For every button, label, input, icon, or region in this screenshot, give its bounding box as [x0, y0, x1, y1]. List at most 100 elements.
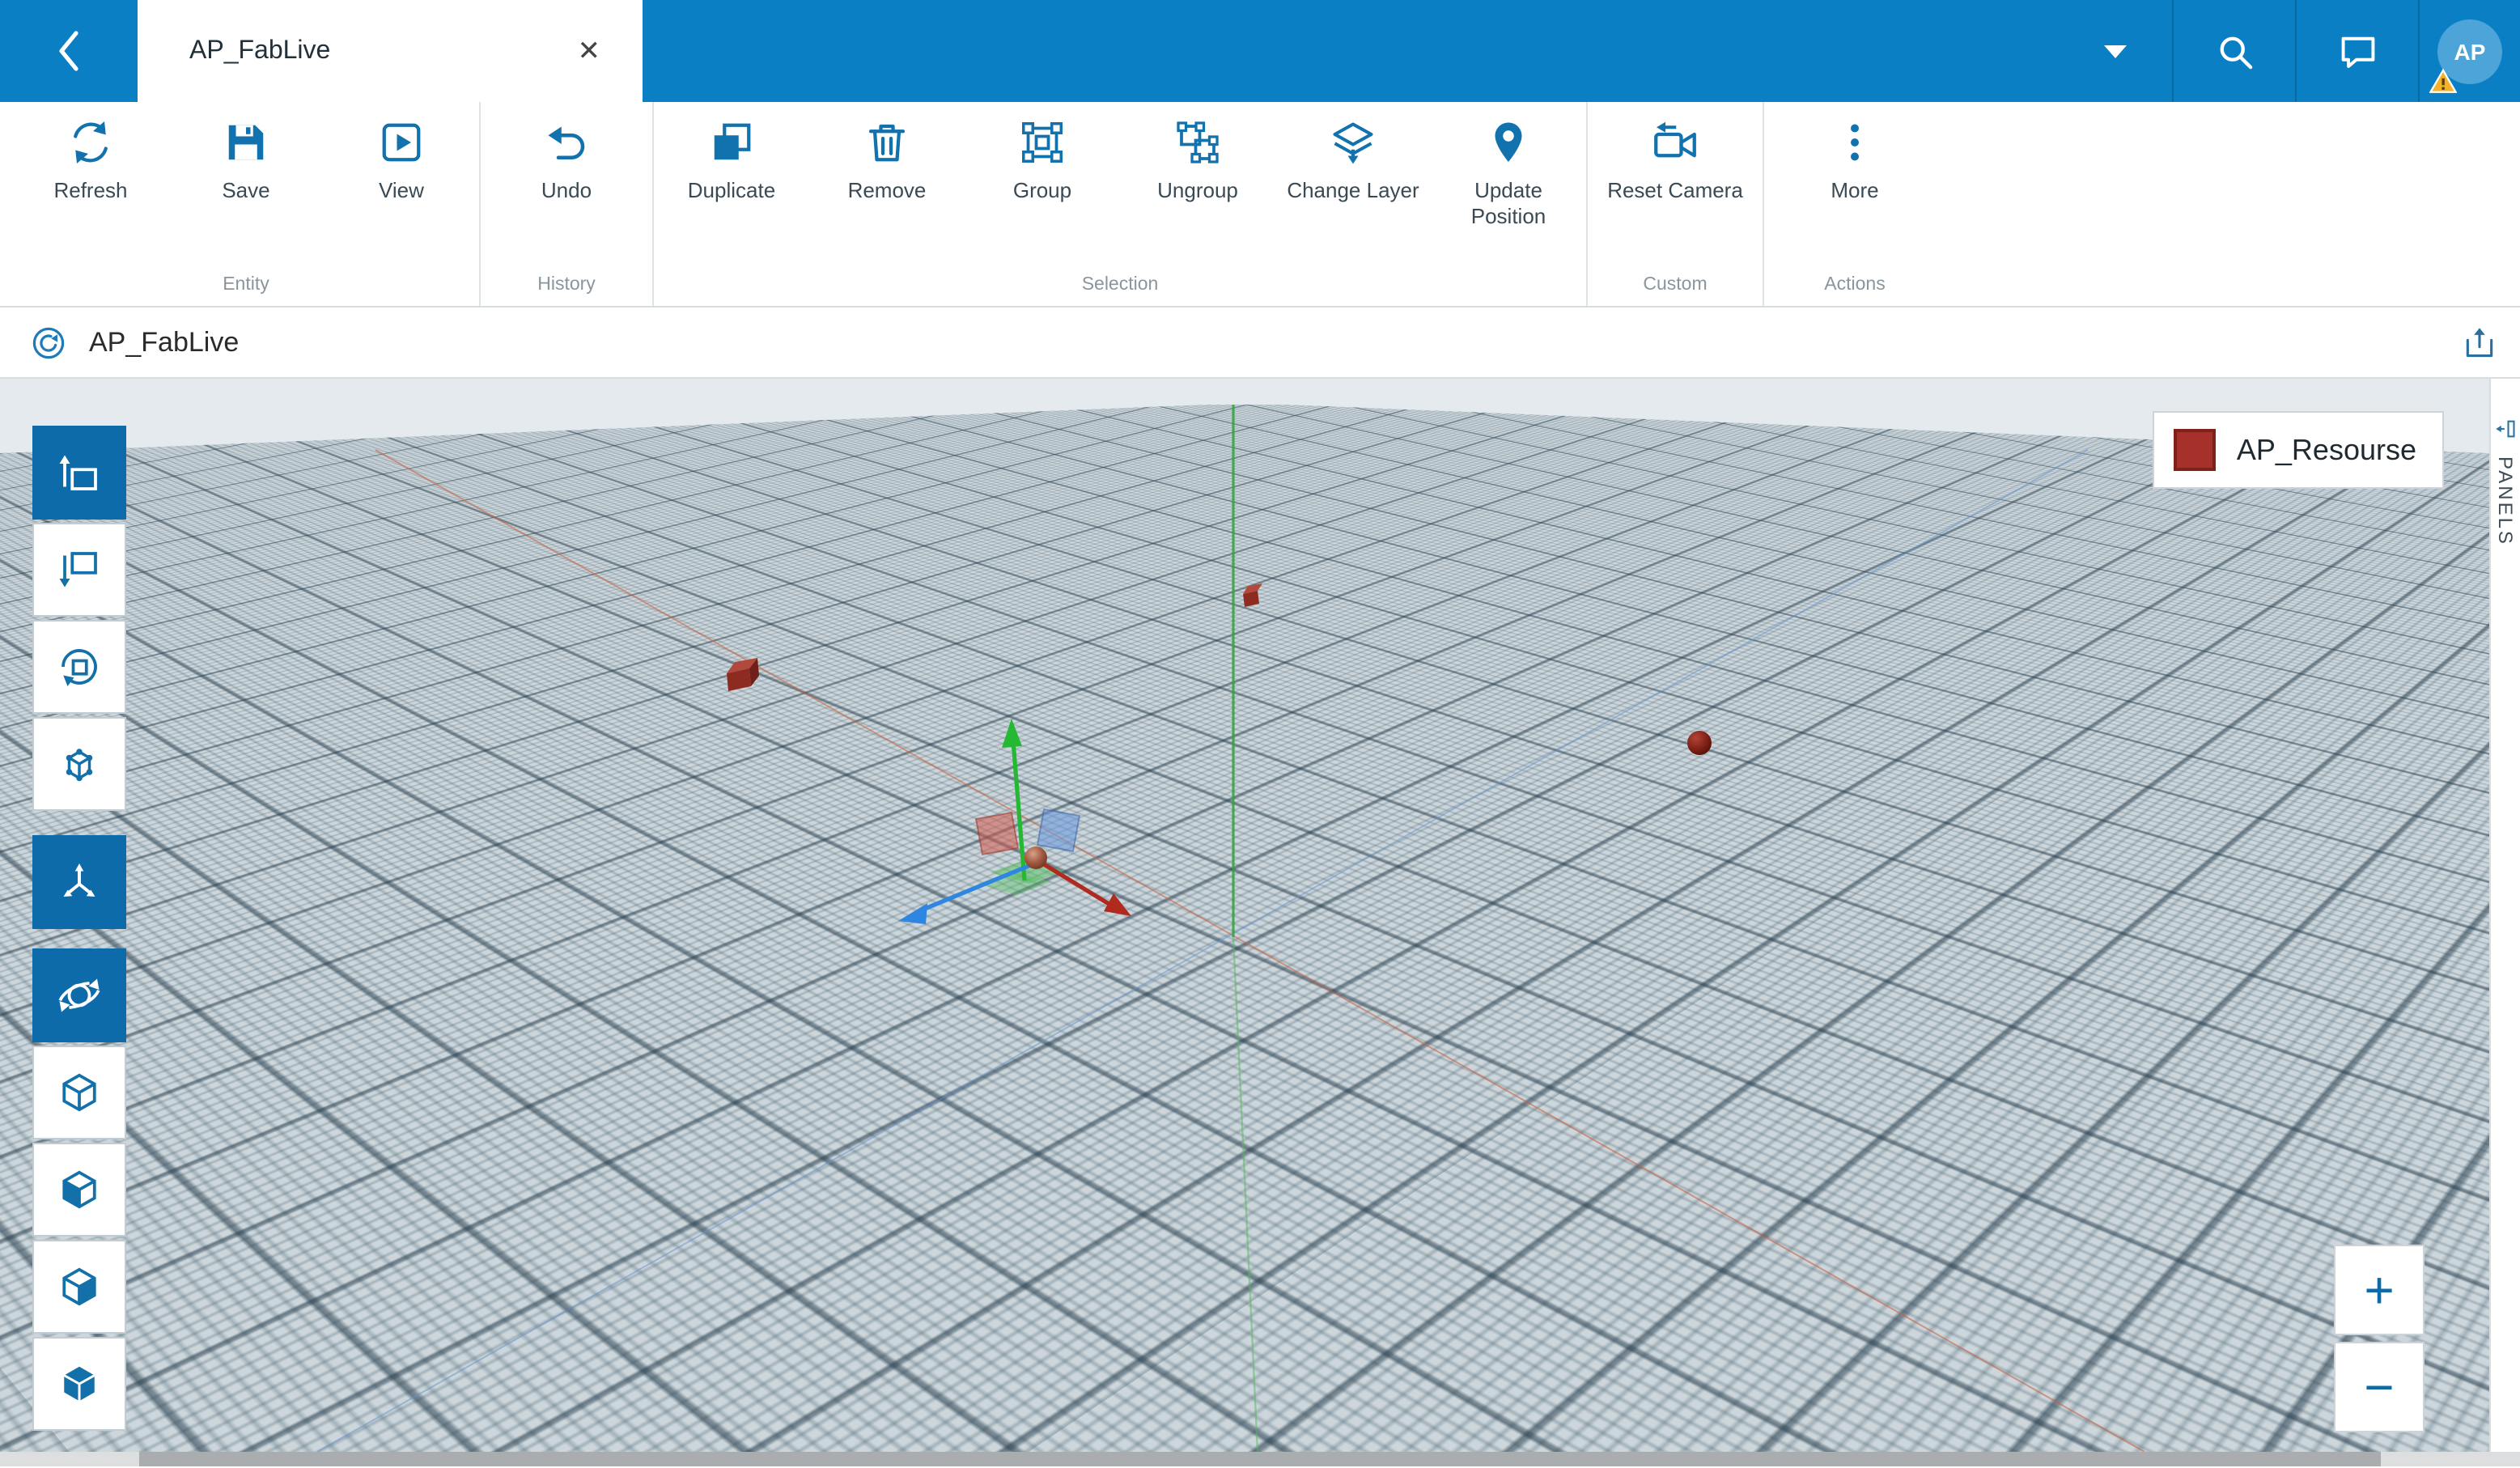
change-layer-button[interactable]: Change Layer	[1275, 102, 1431, 272]
save-icon	[222, 118, 270, 167]
reset-camera-button[interactable]: Reset Camera	[1588, 102, 1763, 272]
axis-y-ground-line	[1233, 937, 1258, 1452]
tool-palette	[32, 426, 126, 1434]
sync-circle-icon[interactable]	[29, 323, 68, 362]
search-icon	[2213, 30, 2255, 72]
tab-dropdown-button[interactable]	[2059, 0, 2172, 102]
export-up-icon[interactable]	[2462, 325, 2497, 360]
view-cube-solid[interactable]	[32, 1337, 126, 1431]
cube-wire-icon	[55, 1068, 104, 1117]
view-title: AP_FabLive	[89, 326, 239, 359]
group-label-custom: Custom	[1588, 272, 1763, 306]
change-layer-icon	[1329, 118, 1377, 167]
back-button[interactable]	[0, 0, 138, 102]
tool-insert-down[interactable]	[32, 523, 126, 617]
ungroup-icon	[1173, 118, 1222, 167]
gizmo-axis-x	[1044, 864, 1110, 905]
tab-close-icon[interactable]: ✕	[568, 28, 611, 74]
camera-reset-icon	[1651, 118, 1699, 167]
save-button[interactable]: Save	[168, 102, 324, 272]
more-label: More	[1831, 178, 1878, 205]
undo-icon	[542, 118, 591, 167]
axis-z-line	[317, 450, 2088, 1452]
red-sphere[interactable]	[1687, 731, 1712, 755]
tab-title: AP_FabLive	[189, 36, 568, 66]
panels-tab[interactable]: PANELS	[2489, 379, 2520, 1452]
group-label-actions: Actions	[1764, 272, 1945, 306]
duplicate-icon	[707, 118, 756, 167]
scrollbar-thumb[interactable]	[139, 1452, 2381, 1466]
update-position-button[interactable]: Update Position	[1431, 102, 1586, 272]
gizmo-arrow-x	[1104, 893, 1131, 916]
group-label-selection: Selection	[654, 272, 1586, 306]
refresh-button[interactable]: Refresh	[13, 102, 168, 272]
zoom-out-button[interactable]: −	[2334, 1342, 2425, 1432]
tool-translate-gizmo[interactable]	[32, 835, 126, 929]
red-box-2[interactable]	[1243, 583, 1262, 607]
chevron-left-icon	[57, 29, 81, 73]
3d-viewport[interactable]: AP_Resourse + −	[0, 379, 2489, 1452]
view-cube-wire[interactable]	[32, 1046, 126, 1139]
zoom-in-button[interactable]: +	[2334, 1245, 2425, 1335]
refresh-icon	[66, 118, 115, 167]
gizmo-plane-xy-red	[976, 812, 1018, 855]
orbit-icon	[55, 971, 104, 1020]
gizmo-axis-y	[1013, 741, 1025, 880]
undo-button[interactable]: Undo	[481, 102, 652, 272]
toolbar-group-entity: Refresh Save View Entity	[13, 102, 479, 306]
axis-x-line	[375, 450, 2145, 1452]
cube-left-face-icon	[55, 1165, 104, 1214]
group-label-history: History	[481, 272, 652, 306]
insert-down-icon	[55, 545, 104, 594]
remove-button[interactable]: Remove	[809, 102, 965, 272]
save-label: Save	[222, 178, 269, 205]
account-button[interactable]: AP	[2418, 0, 2520, 102]
view-label: View	[379, 178, 424, 205]
ungroup-label: Ungroup	[1157, 178, 1238, 205]
panels-label: PANELS	[2494, 456, 2517, 546]
toolbar-group-selection: Duplicate Remove Group Ungroup Change La…	[652, 102, 1586, 306]
toolbar-group-actions: More Actions	[1763, 102, 1945, 306]
view-button[interactable]: View	[324, 102, 479, 272]
toolbar-group-custom: Reset Camera Custom	[1586, 102, 1763, 306]
collapse-left-icon	[2494, 418, 2517, 440]
tool-rotate-object[interactable]	[32, 620, 126, 714]
legend-color-swatch	[2174, 429, 2216, 471]
toolbar-group-history: Undo History	[479, 102, 652, 306]
sky-horizon	[0, 379, 2489, 453]
duplicate-button[interactable]: Duplicate	[654, 102, 809, 272]
tool-insert-up[interactable]	[32, 426, 126, 520]
ellipsis-vertical-icon	[1831, 118, 1879, 167]
transform-gizmo[interactable]	[898, 719, 1131, 924]
cube-solid-icon	[55, 1360, 104, 1408]
caret-down-icon	[2102, 43, 2128, 59]
view-cube-left[interactable]	[32, 1143, 126, 1237]
bounding-box-icon	[55, 740, 104, 788]
trash-icon	[863, 118, 911, 167]
main-area: AP_Resourse + − PANELS	[0, 379, 2520, 1452]
search-button[interactable]	[2172, 0, 2295, 102]
update-position-label: Update Position	[1437, 178, 1580, 231]
warning-triangle-icon	[2429, 68, 2457, 95]
horizontal-scrollbar[interactable]	[0, 1452, 2520, 1466]
tool-bounding-box[interactable]	[32, 717, 126, 811]
duplicate-label: Duplicate	[688, 178, 775, 205]
chat-button[interactable]	[2295, 0, 2418, 102]
view-cube-right[interactable]	[32, 1240, 126, 1334]
group-button[interactable]: Group	[965, 102, 1120, 272]
red-box-1[interactable]	[727, 658, 759, 691]
group-label-entity: Entity	[13, 272, 479, 306]
view-play-icon	[377, 118, 426, 167]
tool-orbit[interactable]	[32, 948, 126, 1042]
remove-label: Remove	[848, 178, 927, 205]
tab-ap-fablive[interactable]: AP_FabLive ✕	[138, 0, 643, 102]
insert-up-icon	[55, 448, 104, 497]
gizmo-arrow-y	[1002, 719, 1022, 748]
ungroup-button[interactable]: Ungroup	[1120, 102, 1275, 272]
more-button[interactable]: More	[1764, 102, 1945, 272]
main-toolbar: Refresh Save View Entity Undo	[0, 102, 2520, 308]
gizmo-center-ball	[1025, 846, 1047, 869]
reset-camera-label: Reset Camera	[1607, 178, 1743, 205]
zoom-controls: + −	[2334, 1245, 2425, 1432]
change-layer-label: Change Layer	[1287, 178, 1419, 205]
